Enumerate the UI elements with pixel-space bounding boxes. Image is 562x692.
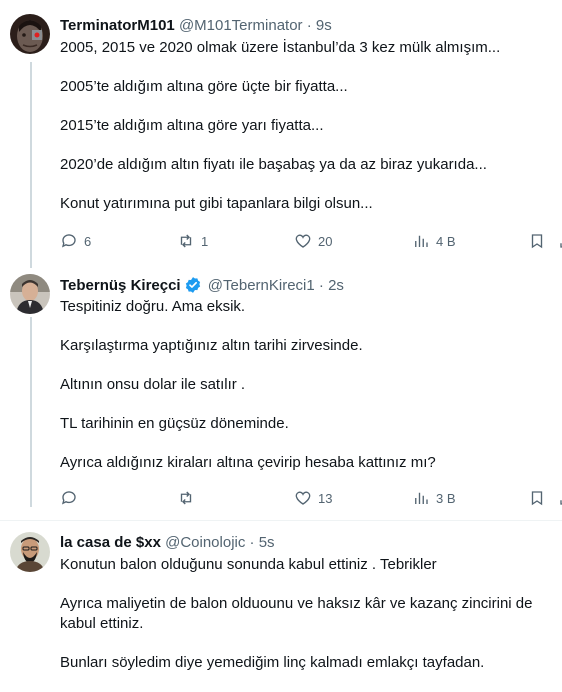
avatar[interactable] (10, 532, 50, 572)
reply-count: 6 (84, 233, 92, 249)
verified-badge-icon (185, 277, 200, 293)
tweet-paragraph: Altının onsu dolar ile satılır . (60, 376, 246, 393)
share-button[interactable] (558, 489, 562, 507)
timestamp[interactable]: 9s (316, 17, 332, 34)
heart-icon (295, 234, 311, 248)
timestamp[interactable]: 2s (328, 277, 344, 294)
tweet-paragraph: Ayrıca maliyetin de balon olduounu ve ha… (60, 595, 533, 632)
share-icon (560, 500, 562, 505)
like-button[interactable]: 20 (294, 232, 332, 250)
share-icon (560, 243, 562, 248)
separator-dot: · (306, 17, 312, 34)
tweet[interactable]: TerminatorM101 @M101Terminator · 9s 2005… (0, 0, 562, 262)
tweet-paragraph: Karşılaştırma yaptığınız altın tarihi zi… (60, 337, 363, 354)
retweet-count: 1 (201, 233, 209, 249)
tweet-header: Tebernüş Kireçci @TebernKireci1 · 2s (60, 276, 344, 296)
user-handle[interactable]: @TebernKireci1 (208, 277, 315, 294)
tweet-paragraph: 2005’te aldığım altına göre üçte bir fiy… (60, 78, 348, 95)
heart-icon (295, 491, 311, 505)
tweet-actions: 6 1 20 4 B (60, 232, 562, 252)
tweet-paragraph: 2005, 2015 ve 2020 olmak üzere İstanbul’… (60, 39, 501, 56)
tweet-header: la casa de $xx @Coinolojic · 5s (60, 533, 275, 553)
comment-icon (61, 234, 76, 248)
timestamp[interactable]: 5s (259, 534, 275, 551)
tweet[interactable]: la casa de $xx @Coinolojic · 5s Konutun … (0, 520, 562, 684)
tweet-text: Tespitiniz doğru. Ama eksik. Karşılaştır… (60, 297, 540, 492)
reply-button[interactable] (60, 489, 84, 507)
avatar[interactable] (10, 274, 50, 314)
share-button[interactable] (558, 232, 562, 250)
tweet-paragraph: Konutun balon olduğunu sonunda kabul ett… (60, 556, 437, 573)
comment-icon (61, 491, 76, 505)
tweet-text: 2005, 2015 ve 2020 olmak üzere İstanbul’… (60, 38, 540, 233)
bookmark-icon (531, 234, 543, 249)
retweet-button[interactable] (177, 489, 201, 507)
separator-dot: · (318, 277, 324, 294)
views-button[interactable]: 3 B (412, 489, 456, 507)
tweet-actions: 13 3 B (60, 489, 562, 509)
bookmark-button[interactable] (528, 232, 546, 250)
analytics-icon (415, 235, 428, 247)
tweet-paragraph: Tespitiniz doğru. Ama eksik. (60, 298, 246, 315)
tweet-text: Konutun balon olduğunu sonunda kabul ett… (60, 555, 540, 692)
like-count: 20 (318, 233, 333, 249)
avatar[interactable] (10, 14, 50, 54)
bookmark-icon (531, 491, 543, 506)
views-button[interactable]: 4 B (412, 232, 456, 250)
display-name[interactable]: TerminatorM101 (60, 17, 175, 34)
user-handle[interactable]: @M101Terminator (179, 17, 303, 34)
display-name[interactable]: Tebernüş Kireçci (60, 277, 181, 294)
view-count: 4 B (436, 233, 456, 249)
separator-dot: · (249, 534, 255, 551)
retweet-icon (180, 491, 192, 505)
like-button[interactable]: 13 (294, 489, 332, 507)
bookmark-button[interactable] (528, 489, 546, 507)
tweet[interactable]: Tebernüş Kireçci @TebernKireci1 · 2s Tes… (0, 262, 562, 518)
tweet-paragraph: Bunları söyledim diye yemediğim linç kal… (60, 654, 485, 671)
tweet-paragraph: Konut yatırımına put gibi tapanlara bilg… (60, 195, 373, 212)
retweet-icon (180, 234, 192, 248)
analytics-icon (415, 492, 428, 504)
like-count: 13 (318, 490, 333, 506)
view-count: 3 B (436, 490, 456, 506)
tweet-paragraph: 2015’te aldığım altına göre yarı fiyatta… (60, 117, 324, 134)
display-name[interactable]: la casa de $xx (60, 534, 161, 551)
user-handle[interactable]: @Coinolojic (165, 534, 245, 551)
reply-button[interactable]: 6 (60, 232, 91, 250)
tweet-paragraph: TL tarihinin en güçsüz döneminde. (60, 415, 289, 432)
tweet-paragraph: 2020’de aldığım altın fiyatı ile başabaş… (60, 156, 487, 173)
tweet-header: TerminatorM101 @M101Terminator · 9s (60, 16, 332, 36)
tweet-paragraph: Ayrıca aldığınız kiraları altına çevirip… (60, 454, 436, 471)
retweet-button[interactable]: 1 (177, 232, 208, 250)
